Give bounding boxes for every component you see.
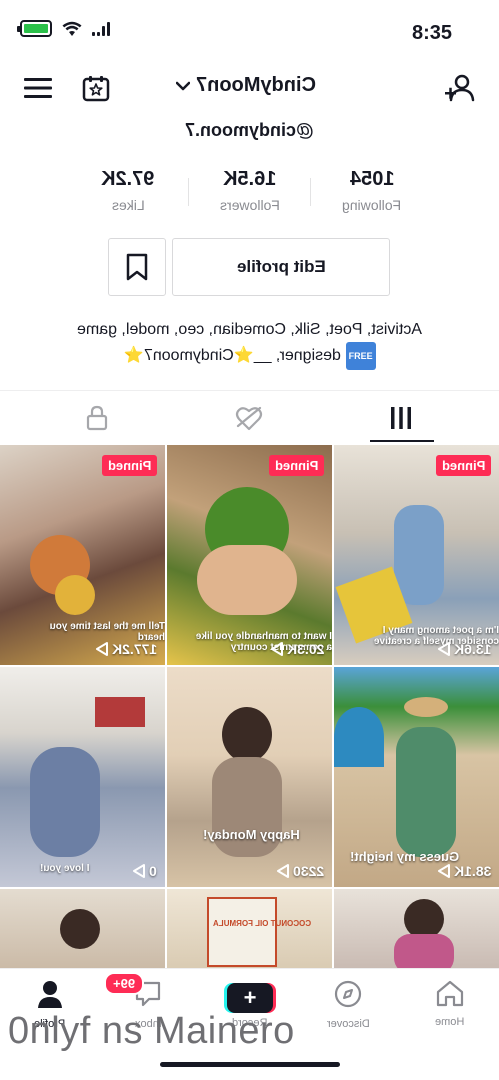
stat-divider [188,178,189,206]
stat-divider [310,178,311,206]
inbox-notification-badge: 99+ [104,972,145,995]
view-count: 20.3K [270,641,324,657]
video-caption: I love you! [40,863,90,874]
play-icon [133,864,146,878]
tabs-divider [0,390,499,391]
home-icon [436,980,464,1007]
profile-person-icon [38,981,62,1008]
video-thumbnail[interactable]: Pinned Tell me the last time you heard 1… [0,445,165,665]
video-thumbnail[interactable]: Pinned I want to manhandle you like a co… [167,445,332,665]
view-count: 177.2K [95,641,157,657]
username: CindyMoon7 [196,74,316,96]
stat-likes: 97.2K Likes [101,168,155,213]
view-count: 13.6K [437,641,491,657]
play-icon [95,642,108,656]
status-time: 8:35 [412,22,453,44]
plus-icon: + [227,983,273,1013]
compass-icon [334,980,362,1008]
edit-profile-button[interactable]: Edit profile [172,238,390,296]
video-caption: Tell me the last time you heard [49,621,165,643]
play-icon [270,642,283,656]
tab-private[interactable] [14,398,180,438]
record-button: + [224,983,276,1013]
free-emoji-badge: FREE [345,342,376,370]
stat-followers[interactable]: 16.5K Followers [190,168,310,213]
liked-heart-icon [235,406,263,431]
video-thumbnail[interactable]: COCONUT OIL FORMULA [167,889,332,974]
view-count: 0 [133,863,157,879]
chevron-down-icon [176,81,190,90]
video-caption: Guess my height! [350,849,460,864]
video-grid: Pinned Tell me the last time you heard 1… [0,445,499,974]
profile-bio: Activist, Poet, Silk, Comedian, ceo, mod… [30,318,470,370]
video-caption: COCONUT OIL FORMULA [213,919,312,928]
pinned-badge: Pinned [101,455,157,476]
stat-following[interactable]: 1054 Following [312,168,432,213]
view-count: 2230 [276,863,324,879]
video-thumbnail[interactable]: Guess my height! 38.1K [334,667,499,887]
calendar-star-icon[interactable] [80,72,112,104]
video-thumbnail[interactable]: Pinned I'm a poet among many I consider … [334,445,499,665]
watermark-text: 0nlyf ns Mainero [8,1010,295,1052]
profile-handle: @cindymoon.7 [185,120,314,140]
lock-icon [86,405,108,431]
nav-discover[interactable]: Discover [308,979,388,1030]
pinned-badge: Pinned [268,455,324,476]
battery-icon [17,20,52,37]
menu-icon[interactable] [22,72,54,104]
tab-liked[interactable] [166,398,332,438]
status-bar-icons [17,20,110,37]
home-indicator[interactable] [160,1062,340,1067]
favorites-button[interactable] [108,238,166,296]
view-count: 38.1K [437,863,491,879]
grid-icon [391,407,411,429]
video-thumbnail[interactable]: I love you! 0 [0,667,165,887]
play-icon [276,864,289,878]
play-icon [437,864,450,878]
pinned-badge: Pinned [435,455,491,476]
play-icon [437,642,450,656]
wifi-icon [62,21,82,36]
username-dropdown[interactable]: CindyMoon7 [176,74,316,97]
nav-home[interactable]: Home [410,979,490,1028]
bookmark-icon [126,253,148,281]
video-thumbnail[interactable] [0,889,165,974]
video-thumbnail[interactable]: Happy Monday! 2230 [167,667,332,887]
tab-videos[interactable] [318,398,484,438]
active-tab-indicator [370,440,434,442]
cell-signal-icon [92,21,110,36]
video-thumbnail[interactable] [334,889,499,974]
add-friend-icon[interactable] [444,72,476,104]
video-caption: Happy Monday! [203,827,300,842]
